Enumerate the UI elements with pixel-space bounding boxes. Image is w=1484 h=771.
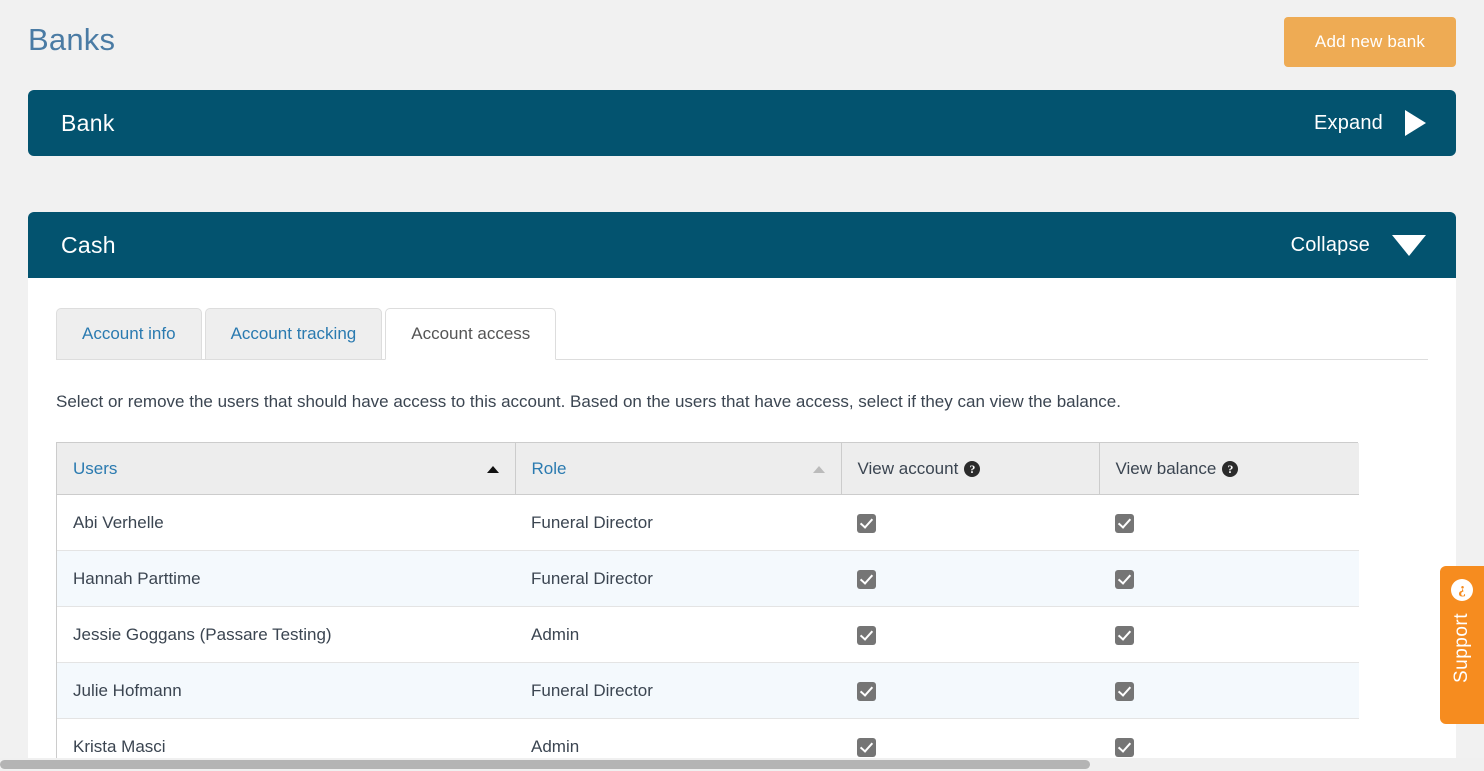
cell-role: Admin — [515, 606, 841, 664]
panel-cash-header[interactable]: Cash Collapse — [28, 212, 1456, 278]
cell-view-account — [841, 494, 1099, 552]
cell-view-account — [841, 662, 1099, 720]
table-row: Jessie Goggans (Passare Testing) Admin — [57, 606, 1359, 664]
panel-bank-toggle[interactable]: Expand — [1314, 110, 1426, 136]
panel-bank-header[interactable]: Bank Expand — [28, 90, 1456, 156]
view-account-checkbox[interactable] — [857, 681, 876, 701]
page-header: Banks Add new bank — [0, 0, 1484, 88]
help-icon[interactable]: ? — [964, 460, 981, 477]
panel-cash-title: Cash — [61, 231, 116, 258]
tab-account-tracking[interactable]: Account tracking — [204, 308, 383, 360]
cell-role: Funeral Director — [515, 662, 841, 720]
column-header-role[interactable]: Role — [515, 442, 842, 496]
table-row: Hannah Parttime Funeral Director — [57, 550, 1359, 608]
tab-bar-rule — [56, 359, 1428, 360]
table-header-row: Users Role View account? View balance? — [57, 442, 1359, 496]
triangle-down-icon — [1392, 234, 1426, 256]
view-balance-checkbox[interactable] — [1115, 513, 1134, 533]
sort-ascending-icon — [486, 465, 499, 473]
panel-cash-toggle-label: Collapse — [1290, 233, 1370, 256]
tab-bar: Account info Account tracking Account ac… — [56, 306, 1428, 360]
tab-account-info[interactable]: Account info — [56, 308, 202, 360]
view-account-checkbox[interactable] — [857, 569, 876, 589]
panel-bank: Bank Expand — [28, 90, 1456, 156]
cell-view-balance — [1099, 662, 1359, 720]
cell-view-balance — [1099, 550, 1359, 608]
column-header-view-balance: View balance? — [1099, 442, 1359, 496]
panel-bank-title: Bank — [61, 109, 115, 136]
cell-user: Julie Hofmann — [57, 662, 515, 720]
column-header-users-label: Users — [73, 458, 118, 478]
view-account-checkbox[interactable] — [857, 625, 876, 645]
cell-user: Hannah Parttime — [57, 550, 515, 608]
horizontal-scrollbar-thumb[interactable] — [0, 760, 1090, 769]
panel-cash-body: Account info Account tracking Account ac… — [28, 278, 1456, 771]
cell-view-balance — [1099, 494, 1359, 552]
view-account-checkbox[interactable] — [857, 513, 876, 533]
cell-role: Funeral Director — [515, 550, 841, 608]
help-icon[interactable]: ? — [1222, 460, 1239, 477]
panel-cash: Cash Collapse Account info Account track… — [28, 212, 1456, 771]
view-balance-checkbox[interactable] — [1115, 625, 1134, 645]
tab-account-access[interactable]: Account access — [385, 308, 557, 360]
sort-ascending-icon — [812, 465, 825, 473]
column-header-users[interactable]: Users — [57, 442, 516, 496]
question-circle-icon: ? — [1451, 579, 1473, 601]
column-header-view-balance-label: View balance — [1115, 458, 1217, 478]
cell-user: Abi Verhelle — [57, 494, 515, 552]
account-access-table: Users Role View account? View balance? A… — [56, 441, 1359, 771]
column-header-role-label: Role — [531, 458, 567, 478]
table-row: Julie Hofmann Funeral Director — [57, 662, 1359, 720]
cell-user: Jessie Goggans (Passare Testing) — [57, 606, 515, 664]
cell-role: Funeral Director — [515, 494, 841, 552]
cell-view-balance — [1099, 606, 1359, 664]
view-account-checkbox[interactable] — [857, 737, 876, 757]
view-balance-checkbox[interactable] — [1115, 569, 1134, 589]
add-new-bank-button[interactable]: Add new bank — [1284, 17, 1456, 67]
page-title: Banks — [28, 22, 116, 57]
column-header-view-account-label: View account — [857, 458, 959, 478]
support-tab-label: Support — [1451, 613, 1472, 684]
panel-cash-toggle[interactable]: Collapse — [1291, 234, 1426, 257]
cell-view-account — [841, 606, 1099, 664]
column-header-view-account: View account? — [841, 442, 1100, 496]
table-row: Abi Verhelle Funeral Director — [57, 494, 1359, 552]
horizontal-scrollbar[interactable] — [0, 758, 1484, 771]
triangle-right-icon — [1405, 110, 1426, 136]
view-balance-checkbox[interactable] — [1115, 737, 1134, 757]
panel-bank-toggle-label: Expand — [1313, 111, 1383, 134]
support-tab[interactable]: ? Support — [1440, 566, 1484, 724]
access-description: Select or remove the users that should h… — [56, 392, 1121, 411]
cell-view-account — [841, 550, 1099, 608]
view-balance-checkbox[interactable] — [1115, 681, 1134, 701]
